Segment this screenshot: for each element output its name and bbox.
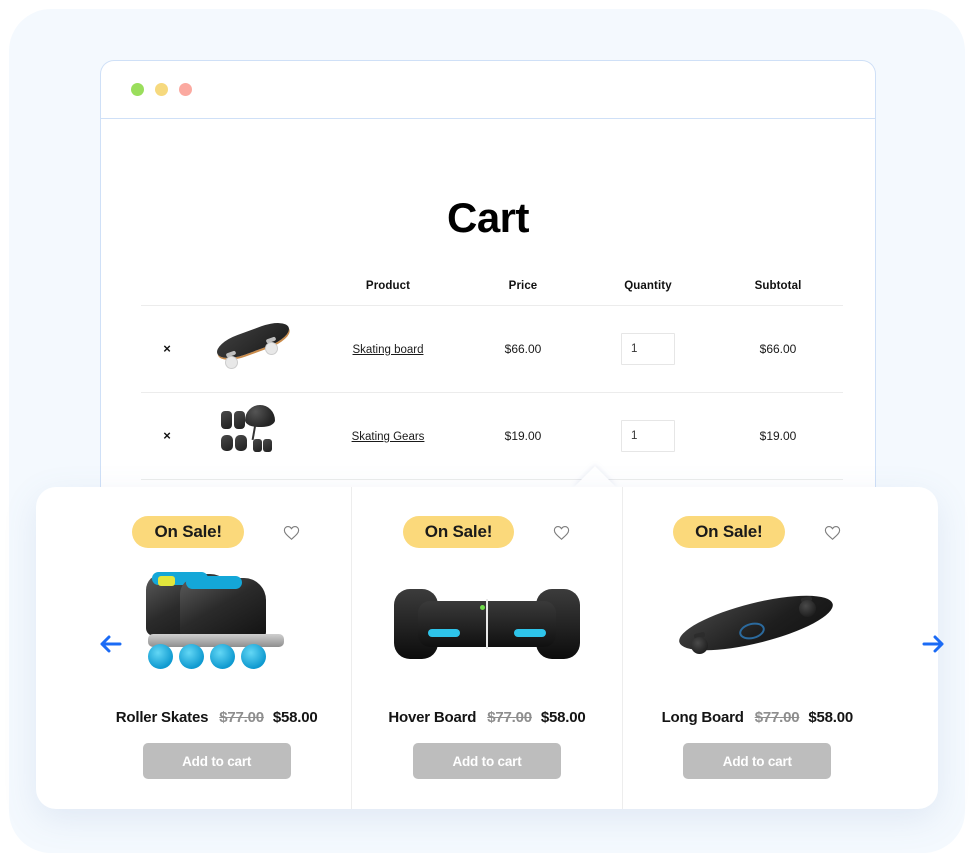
wishlist-heart-icon[interactable] (282, 523, 301, 542)
add-to-cart-button[interactable]: Add to cart (142, 743, 291, 779)
product-link[interactable]: Skating board (353, 344, 424, 356)
skating-gears-thumbnail-icon[interactable] (209, 403, 297, 467)
product-link[interactable]: Skating Gears (352, 431, 425, 443)
cart-page: Cart Product Price Quantity Subtotal × S… (101, 119, 875, 533)
status-badge: On Sale! (673, 515, 785, 549)
roller-skates-image-icon (132, 568, 302, 686)
subtotal-cell: $19.00 (713, 392, 843, 480)
carousel-pointer-notch (573, 466, 617, 488)
thumbnail-cell (193, 392, 313, 480)
wishlist-heart-icon[interactable] (552, 523, 571, 542)
product-card: On Sale! Long Board $77.00 $58.00 Add to… (621, 487, 892, 809)
skateboard-thumbnail-icon[interactable] (209, 316, 297, 380)
remove-cell: × (141, 305, 193, 393)
browser-titlebar (101, 61, 875, 119)
product-new-price: $58.00 (808, 709, 854, 726)
quantity-input[interactable]: 1 (621, 333, 675, 365)
long-board-image-icon (667, 575, 847, 679)
table-row: × Skating Gears $19.00 1 $19.00 (141, 392, 843, 480)
status-badge: On Sale! (402, 515, 515, 549)
subtotal-cell: $66.00 (713, 305, 843, 393)
product-new-price: $58.00 (540, 709, 586, 726)
product-meta: Hover Board $77.00 $58.00 (352, 709, 621, 726)
status-badge: On Sale! (132, 515, 244, 549)
carousel-next-arrow-icon[interactable] (916, 627, 950, 661)
product-name-cell: Skating board (313, 305, 463, 393)
product-old-price: $77.00 (487, 709, 532, 726)
price-cell: $19.00 (463, 392, 583, 480)
column-header-quantity: Quantity (583, 279, 713, 306)
product-meta: Long Board $77.00 $58.00 (623, 709, 892, 726)
column-header-price: Price (463, 279, 583, 306)
product-new-price: $58.00 (272, 709, 318, 726)
product-name: Long Board (661, 709, 744, 726)
hover-board-image-icon (393, 579, 580, 675)
product-old-price: $77.00 (754, 709, 800, 726)
remove-cell: × (141, 392, 193, 480)
column-header-thumb (193, 279, 313, 306)
cart-table: Product Price Quantity Subtotal × Skatin… (141, 279, 843, 480)
price-cell: $66.00 (463, 305, 583, 393)
wishlist-heart-icon[interactable] (823, 523, 842, 542)
column-header-product: Product (313, 279, 463, 306)
column-header-remove (141, 279, 193, 306)
product-image[interactable] (82, 561, 351, 693)
card-top-row: On Sale! (82, 515, 351, 549)
card-top-row: On Sale! (623, 515, 892, 549)
thumbnail-cell (193, 305, 313, 393)
remove-item-button[interactable]: × (163, 341, 171, 356)
product-name-cell: Skating Gears (313, 392, 463, 480)
product-meta: Roller Skates $77.00 $58.00 (82, 709, 351, 726)
traffic-light-yellow-icon[interactable] (155, 83, 168, 96)
product-image[interactable] (352, 561, 621, 693)
column-header-subtotal: Subtotal (713, 279, 843, 306)
add-to-cart-button[interactable]: Add to cart (412, 743, 561, 779)
cart-table-header-row: Product Price Quantity Subtotal (141, 279, 843, 306)
browser-window: Cart Product Price Quantity Subtotal × S… (100, 60, 876, 533)
add-to-cart-button[interactable]: Add to cart (683, 743, 832, 779)
product-image[interactable] (623, 561, 892, 693)
related-products-carousel: On Sale! Roller Skates $77.00 $58.00 Add… (36, 487, 944, 809)
quantity-cell: 1 (583, 305, 713, 393)
card-top-row: On Sale! (352, 515, 621, 549)
product-card: On Sale! Hover Board $77.00 $58.00 Add t… (351, 487, 621, 809)
product-name: Roller Skates (115, 709, 209, 726)
quantity-input[interactable]: 1 (621, 420, 675, 452)
product-old-price: $77.00 (219, 709, 264, 726)
traffic-light-red-icon[interactable] (179, 83, 192, 96)
product-name: Hover Board (388, 709, 477, 726)
page-title: Cart (446, 194, 530, 241)
table-row: × Skating board $66.00 1 $66.00 (141, 305, 843, 393)
product-card: On Sale! Roller Skates $77.00 $58.00 Add… (82, 487, 351, 809)
remove-item-button[interactable]: × (163, 428, 171, 443)
traffic-light-green-icon[interactable] (131, 83, 144, 96)
